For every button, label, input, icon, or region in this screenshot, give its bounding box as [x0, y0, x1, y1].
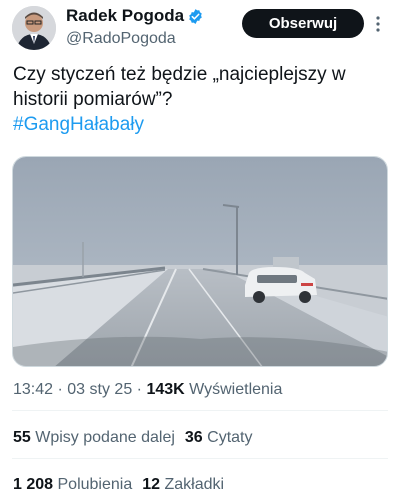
hashtag-link[interactable]: #GangHałabały: [13, 112, 389, 137]
avatar-photo: [12, 6, 56, 50]
likes-count: 1 208: [13, 476, 54, 493]
reposts-count: 55: [13, 429, 31, 446]
snowy-road-photo: [13, 157, 387, 366]
author-display-name[interactable]: Radek Pogoda: [66, 6, 184, 26]
bookmarks-count: 12: [142, 476, 161, 493]
meta-separator: ·: [57, 381, 63, 398]
tweet-text: Czy styczeń też będzie „najcieplejszy w …: [13, 64, 346, 110]
likes-label: Polubienia: [57, 476, 133, 493]
divider: [12, 410, 388, 411]
views-count: 143K: [146, 381, 185, 398]
divider: [12, 458, 388, 459]
tweet-meta: 13:42 · 03 sty 25 · 143K Wyświetlenia: [13, 381, 282, 399]
views-label: Wyświetlenia: [189, 381, 283, 398]
verified-badge-icon: [189, 8, 202, 24]
author-handle[interactable]: @RadoPogoda: [66, 29, 204, 49]
tweet-body: Czy styczeń też będzie „najcieplejszy w …: [13, 62, 389, 137]
likes-stat[interactable]: 1 208 Polubienia: [13, 476, 132, 493]
likes-bookmarks-row: 1 208 Polubienia 12 Zakładki: [13, 476, 224, 494]
quotes-count: 36: [184, 429, 203, 446]
bookmarks-stat[interactable]: 12 Zakładki: [142, 476, 224, 493]
tweet-date[interactable]: 03 sty 25: [67, 381, 132, 398]
author-block: Radek Pogoda @RadoPogoda: [66, 6, 204, 49]
bookmarks-label: Zakładki: [164, 476, 225, 493]
reposts-stat[interactable]: 55 Wpisy podane dalej: [13, 429, 175, 446]
more-options-icon[interactable]: [372, 14, 384, 34]
follow-button[interactable]: Obserwuj: [242, 9, 364, 38]
tweet-time[interactable]: 13:42: [13, 381, 53, 398]
meta-separator: ·: [136, 381, 142, 398]
tweet-media[interactable]: [12, 156, 388, 367]
reposts-label: Wpisy podane dalej: [35, 429, 175, 446]
reposts-quotes-row: 55 Wpisy podane dalej 36 Cytaty: [13, 429, 252, 447]
quotes-label: Cytaty: [207, 429, 253, 446]
avatar[interactable]: [12, 6, 56, 50]
quotes-stat[interactable]: 36 Cytaty: [185, 429, 253, 446]
tweet-header: Radek Pogoda @RadoPogoda Obserwuj: [0, 0, 400, 56]
